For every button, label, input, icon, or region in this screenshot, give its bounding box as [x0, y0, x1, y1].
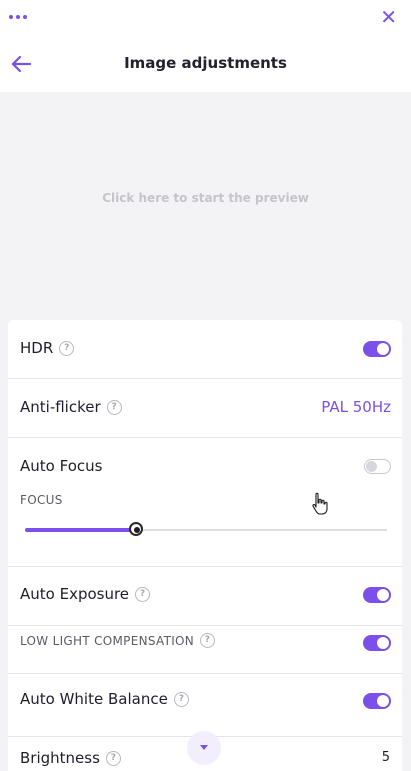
low-light-label: LOW LIGHT COMPENSATION — [20, 633, 195, 648]
title-bar: ✕ — [0, 0, 411, 37]
auto-white-balance-label-group: Auto White Balance ? — [20, 690, 189, 708]
auto-white-balance-row: Auto White Balance ? — [8, 673, 402, 737]
auto-white-balance-toggle[interactable] — [363, 693, 391, 709]
hand-cursor-icon — [312, 492, 328, 515]
help-icon[interactable]: ? — [105, 750, 121, 766]
low-light-label-group: LOW LIGHT COMPENSATION ? — [20, 633, 216, 648]
focus-slider[interactable] — [25, 522, 387, 538]
anti-flicker-row: Anti-flicker ? PAL 50Hz — [8, 379, 402, 438]
settings-card: HDR ? Anti-flicker ? PAL 50Hz Auto Focus… — [8, 320, 402, 771]
anti-flicker-label: Anti-flicker — [20, 398, 101, 416]
help-icon[interactable]: ? — [200, 633, 216, 648]
anti-flicker-label-group: Anti-flicker ? — [20, 398, 122, 416]
focus-slider-fill — [25, 528, 138, 532]
focus-slider-thumb[interactable] — [129, 522, 144, 536]
auto-focus-label: Auto Focus — [20, 457, 103, 475]
scroll-down-button[interactable] — [187, 731, 221, 765]
hdr-row: HDR ? — [8, 320, 402, 379]
auto-exposure-toggle[interactable] — [363, 587, 391, 603]
brightness-label: Brightness — [20, 749, 100, 767]
more-dots-icon[interactable] — [9, 15, 27, 19]
anti-flicker-value[interactable]: PAL 50Hz — [321, 398, 391, 416]
auto-focus-row: Auto Focus FOCUS — [8, 438, 402, 567]
page-header: Image adjustments — [0, 36, 411, 92]
hdr-label-group: HDR ? — [20, 339, 75, 357]
brightness-label-group: Brightness ? — [20, 749, 121, 767]
auto-white-balance-label: Auto White Balance — [20, 690, 168, 708]
low-light-toggle[interactable] — [363, 635, 391, 651]
auto-focus-toggle[interactable] — [364, 459, 391, 474]
auto-exposure-label-group: Auto Exposure ? — [20, 585, 151, 603]
page-title: Image adjustments — [124, 54, 287, 72]
help-icon[interactable]: ? — [173, 691, 189, 707]
preview-prompt[interactable]: Click here to start the preview — [0, 191, 411, 205]
preview-area[interactable]: Click here to start the preview — [0, 92, 411, 320]
brightness-value: 5 — [381, 750, 390, 765]
help-icon[interactable]: ? — [59, 340, 75, 356]
auto-exposure-label: Auto Exposure — [20, 585, 130, 603]
auto-exposure-row: Auto Exposure ? — [8, 567, 402, 626]
close-icon[interactable]: ✕ — [380, 7, 397, 27]
hdr-label: HDR — [20, 339, 54, 357]
help-icon[interactable]: ? — [106, 399, 122, 415]
help-icon[interactable]: ? — [135, 586, 151, 602]
focus-label: FOCUS — [20, 493, 63, 507]
hdr-toggle[interactable] — [363, 341, 391, 357]
